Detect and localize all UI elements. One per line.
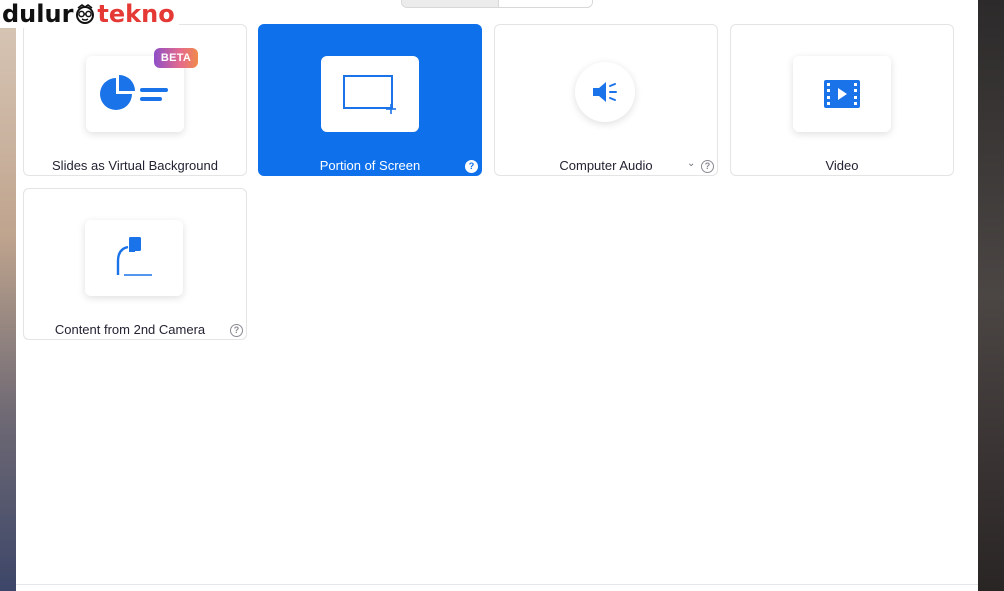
option-label: Computer Audio	[559, 158, 653, 173]
video-icon-box	[793, 56, 891, 132]
option-label: Portion of Screen	[319, 158, 421, 173]
portion-screen-icon	[343, 75, 396, 114]
video-film-icon	[824, 80, 860, 108]
speaker-icon-circle	[575, 62, 635, 122]
option-portion-of-screen[interactable]: Portion of Screen ?	[258, 24, 482, 176]
background-video-right	[978, 0, 1004, 591]
option-label: Content from 2nd Camera	[54, 322, 206, 337]
speaker-icon	[593, 82, 617, 102]
option-slides-virtual-background[interactable]: BETA Slides as Virtual Background	[23, 24, 247, 176]
beta-badge: BETA	[154, 48, 198, 68]
option-content-from-2nd-camera[interactable]: Content from 2nd Camera ?	[23, 188, 247, 340]
share-tabs	[401, 0, 593, 8]
watermark-text-dulur: dulur	[2, 0, 74, 28]
option-label: Slides as Virtual Background	[52, 158, 218, 173]
document-camera-icon-box	[85, 220, 183, 296]
panel-divider	[16, 584, 978, 585]
document-camera-icon	[116, 237, 152, 276]
watermark-logo: dulur tekno	[0, 0, 179, 28]
help-icon[interactable]: ?	[465, 160, 478, 173]
slides-icon	[100, 75, 168, 110]
option-video[interactable]: Video	[730, 24, 954, 176]
portion-screen-icon-box	[321, 56, 419, 132]
help-icon[interactable]: ?	[701, 160, 714, 173]
share-screen-panel: BETA Slides as Virtual Background Portio…	[16, 0, 978, 591]
mascot-icon	[76, 4, 95, 24]
option-computer-audio[interactable]: Computer Audio ⌄ ?	[494, 24, 718, 176]
option-label: Video	[825, 158, 859, 173]
chevron-down-icon[interactable]: ⌄	[687, 158, 695, 169]
watermark-text-tekno: tekno	[97, 0, 175, 28]
help-icon[interactable]: ?	[230, 324, 243, 337]
background-video-left	[0, 0, 16, 591]
tab-advanced[interactable]	[498, 0, 592, 7]
tab-basic[interactable]	[402, 0, 498, 7]
